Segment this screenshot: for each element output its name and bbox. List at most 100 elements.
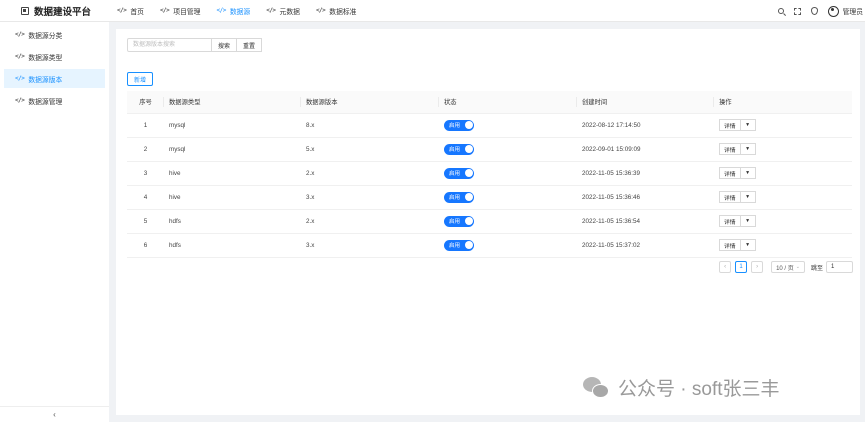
col-actions: 操作: [714, 91, 852, 114]
detail-button[interactable]: 详情: [719, 215, 741, 227]
nav-standards[interactable]: </> 数据标准: [308, 0, 365, 22]
cell-version: 2.x: [301, 209, 439, 234]
code-icon: </>: [15, 31, 25, 38]
cell-actions: 详情 ▼: [714, 137, 852, 162]
status-switch[interactable]: 启用: [444, 143, 474, 155]
cell-type: mysql: [164, 113, 301, 138]
cell-status: 启用: [439, 233, 577, 258]
switch-label: 启用: [449, 195, 461, 201]
sidebar-item-version[interactable]: </> 数据源版本: [4, 69, 105, 88]
cell-type: hdfs: [164, 209, 301, 234]
caret-down-icon[interactable]: ▼: [740, 143, 756, 155]
cell-index: 5: [127, 209, 164, 234]
sidebar-item-type[interactable]: </> 数据源类型: [0, 47, 109, 66]
cell-version: 3.x: [301, 233, 439, 258]
sidebar-item-label: 数据源分类: [28, 32, 63, 40]
caret-down-icon[interactable]: ▼: [740, 191, 756, 203]
detail-dropdown: 详情 ▼: [719, 143, 756, 155]
caret-down-icon[interactable]: ▼: [740, 119, 756, 131]
cell-version: 8.x: [301, 113, 439, 138]
cell-status: 启用: [439, 161, 577, 186]
detail-button[interactable]: 详情: [719, 143, 741, 155]
switch-label: 启用: [449, 123, 461, 129]
code-icon: </>: [117, 7, 127, 14]
top-nav: </> 首页 </> 项目管理 </> 数据源 </> 元数据 </> 数据标准: [109, 0, 364, 22]
next-page-button[interactable]: ›: [751, 261, 764, 273]
status-switch[interactable]: 启用: [444, 239, 474, 251]
code-icon: </>: [15, 75, 25, 82]
col-status: 状态: [439, 91, 577, 114]
sidebar-item-label: 数据源管理: [28, 98, 63, 106]
cell-type: mysql: [164, 137, 301, 162]
cell-actions: 详情 ▼: [714, 209, 852, 234]
jump-label: 跳至: [810, 265, 823, 272]
cell-type: hive: [164, 161, 301, 186]
chevron-down-icon: ⌄: [795, 264, 800, 270]
status-switch[interactable]: 启用: [444, 191, 474, 203]
page-1-button[interactable]: 1: [735, 261, 748, 273]
cell-created: 2022-11-05 15:36:46: [577, 185, 714, 210]
nav-home[interactable]: </> 首页: [109, 0, 152, 22]
code-icon: </>: [159, 7, 170, 14]
detail-button[interactable]: 详情: [719, 119, 741, 131]
detail-dropdown: 详情 ▼: [719, 119, 756, 131]
cell-status: 启用: [439, 209, 577, 234]
search-button[interactable]: 搜索: [211, 38, 238, 52]
search-input[interactable]: [127, 38, 212, 52]
nav-datasource[interactable]: </> 数据源: [208, 0, 258, 22]
caret-down-icon[interactable]: ▼: [740, 215, 756, 227]
cell-version: 2.x: [301, 161, 439, 186]
detail-dropdown: 详情 ▼: [719, 191, 756, 203]
sidebar-collapse-button[interactable]: ‹: [0, 406, 109, 422]
code-icon: </>: [216, 7, 226, 14]
cell-version: 5.x: [301, 137, 439, 162]
status-switch[interactable]: 启用: [444, 167, 474, 179]
sidebar-item-category[interactable]: </> 数据源分类: [0, 25, 109, 44]
status-switch[interactable]: 启用: [444, 215, 474, 227]
nav-projects[interactable]: </> 项目管理: [152, 0, 209, 22]
nav-label: 首页: [130, 8, 144, 16]
col-created: 创建时间: [577, 91, 714, 114]
prev-page-button[interactable]: ‹: [719, 261, 732, 273]
fullscreen-icon[interactable]: [793, 7, 801, 15]
reset-button[interactable]: 重置: [236, 38, 263, 52]
table-header-row: 序号 数据源类型 数据源版本 状态 创建时间 操作: [127, 91, 852, 114]
cell-actions: 详情 ▼: [714, 161, 852, 186]
cell-actions: 详情 ▼: [714, 233, 852, 258]
code-icon: </>: [266, 7, 276, 14]
caret-down-icon[interactable]: ▼: [740, 167, 756, 179]
cell-index: 2: [127, 137, 164, 162]
jump-input[interactable]: 1: [826, 261, 853, 273]
nav-label: 数据标准: [329, 8, 357, 16]
nav-metadata[interactable]: </> 元数据: [258, 0, 308, 22]
platform-icon: [21, 6, 29, 15]
cell-index: 4: [127, 185, 164, 210]
cell-version: 3.x: [301, 185, 439, 210]
sidebar-item-label: 数据源类型: [28, 54, 63, 62]
code-icon: </>: [315, 7, 326, 14]
user-name[interactable]: 管理员: [843, 6, 863, 16]
shield-icon[interactable]: [810, 7, 818, 15]
sidebar: </> 数据源分类 </> 数据源类型 </> 数据源版本 </> 数据源管理 ‹: [0, 22, 109, 422]
detail-button[interactable]: 详情: [719, 167, 741, 179]
nav-label: 元数据: [279, 8, 300, 16]
cell-index: 1: [127, 113, 164, 138]
detail-button[interactable]: 详情: [719, 191, 741, 203]
detail-button[interactable]: 详情: [719, 239, 741, 251]
cell-index: 3: [127, 161, 164, 186]
page-size-select[interactable]: 10 / 页 ⌄: [771, 261, 805, 273]
add-button[interactable]: 新增: [127, 72, 154, 86]
watermark: 公众号 · soft张三丰: [583, 374, 780, 401]
search-icon[interactable]: [777, 8, 784, 14]
status-switch[interactable]: 启用: [444, 119, 474, 131]
chevron-left-icon: ‹: [53, 410, 56, 419]
nav-label: 项目管理: [173, 8, 201, 16]
detail-dropdown: 详情 ▼: [719, 167, 756, 179]
sidebar-item-manage[interactable]: </> 数据源管理: [0, 91, 109, 110]
cell-created: 2022-11-05 15:36:54: [577, 209, 714, 234]
cell-status: 启用: [439, 113, 577, 138]
user-avatar-icon[interactable]: [827, 5, 839, 17]
caret-down-icon[interactable]: ▼: [740, 239, 756, 251]
app-logo[interactable]: 数据建设平台: [0, 4, 109, 18]
cell-created: 2022-09-01 15:09:09: [577, 137, 714, 162]
